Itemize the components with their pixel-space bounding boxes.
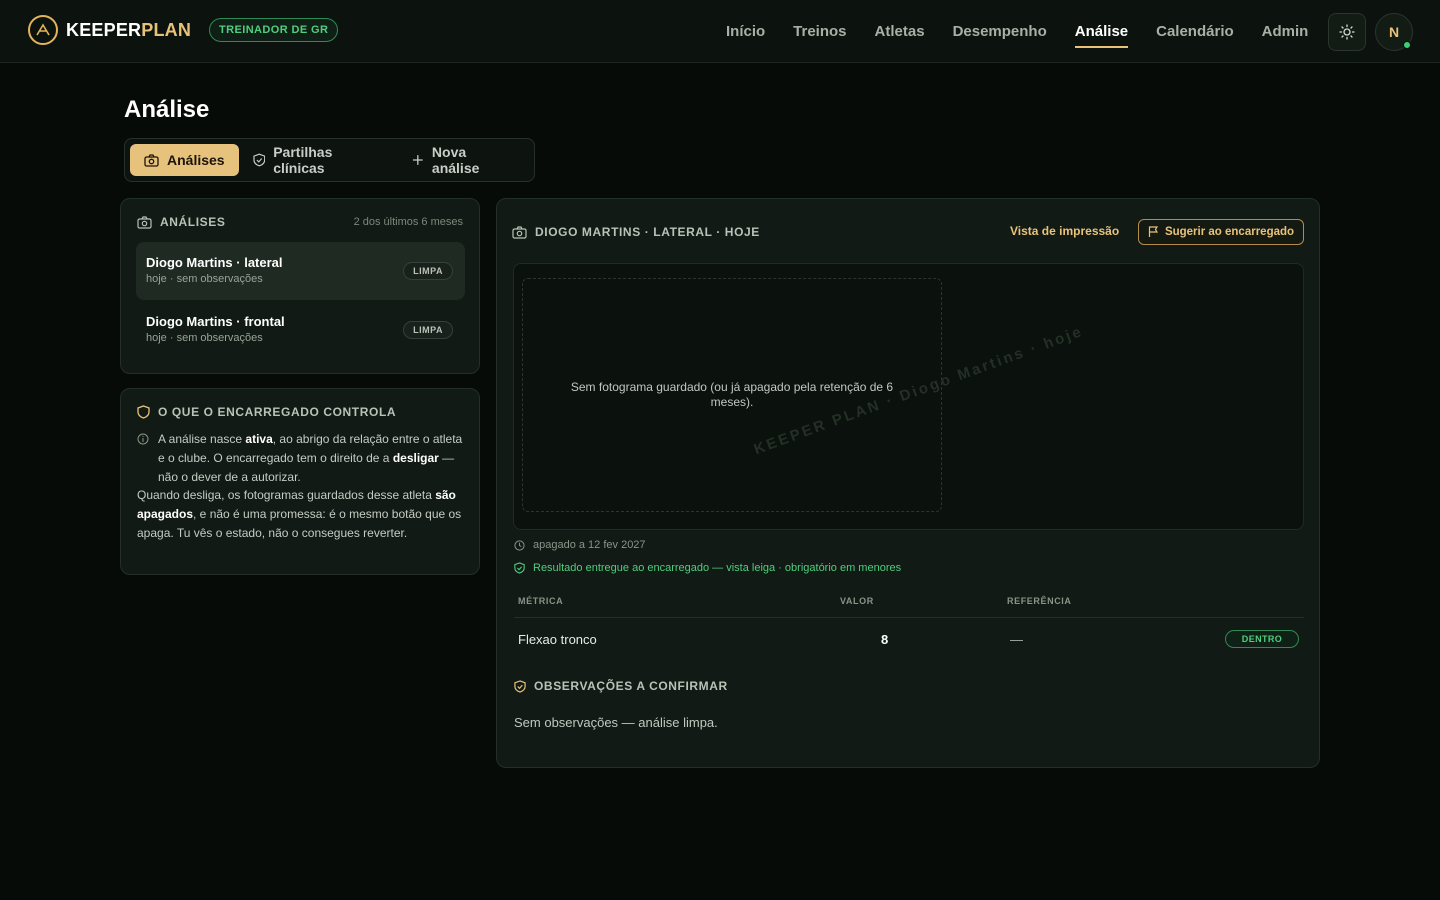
brand-name-part1: KEEPER bbox=[66, 19, 142, 40]
camera-icon bbox=[137, 215, 152, 229]
metric-column-header: MÉTRICA bbox=[518, 596, 564, 606]
value-column-header: VALOR bbox=[840, 596, 874, 606]
metric-reference: — bbox=[1010, 631, 1023, 647]
delivered-status-text: Resultado entregue ao encarregado — vist… bbox=[533, 562, 902, 574]
camera-icon bbox=[512, 225, 527, 239]
analysis-detail-title: DIOGO MARTINS · LATERAL · HOJE bbox=[512, 225, 760, 239]
page-title: Análise bbox=[124, 96, 210, 123]
reference-column-header: REFERÊNCIA bbox=[1007, 596, 1072, 606]
analysis-tabs: Análises Partilhas clínicas Nova análise bbox=[124, 138, 535, 182]
shield-check-icon bbox=[514, 679, 526, 693]
analyses-list-card: ANÁLISES 2 dos últimos 6 meses Diogo Mar… bbox=[120, 198, 480, 374]
nav-analise[interactable]: Análise bbox=[1074, 0, 1129, 63]
guardian-control-title: O QUE O ENCARREGADO CONTROLA bbox=[137, 405, 396, 419]
status-badge: LIMPA bbox=[403, 321, 453, 339]
nav-calendario[interactable]: Calendário bbox=[1156, 0, 1234, 63]
status-badge: LIMPA bbox=[403, 262, 453, 280]
guardian-control-text: A análise nasce ativa, ao abrigo da rela… bbox=[137, 430, 467, 543]
frame-viewer: Sem fotograma guardado (ou já apagado pe… bbox=[513, 263, 1304, 530]
metrics-table: MÉTRICA VALOR REFERÊNCIA Flexao tronco 8… bbox=[514, 596, 1304, 660]
online-status-dot bbox=[1403, 41, 1411, 49]
nav-inicio[interactable]: Início bbox=[726, 0, 765, 63]
nav-atletas[interactable]: Atletas bbox=[875, 0, 925, 63]
tab-analises-label: Análises bbox=[167, 152, 225, 168]
nav-treinos[interactable]: Treinos bbox=[793, 0, 846, 63]
main-nav: Início Treinos Atletas Desempenho Anális… bbox=[712, 0, 1322, 63]
analysis-item-frontal[interactable]: Diogo Martins · frontal hoje · sem obser… bbox=[136, 301, 465, 359]
nav-desempenho[interactable]: Desempenho bbox=[953, 0, 1047, 63]
role-badge: TREINADOR DE GR bbox=[209, 18, 339, 42]
top-bar: KEEPERPLAN TREINADOR DE GR Início Treino… bbox=[0, 0, 1440, 63]
guardian-control-p2: Quando desliga, os fotogramas guardados … bbox=[137, 488, 462, 540]
camera-icon bbox=[144, 153, 159, 167]
metrics-header-row: MÉTRICA VALOR REFERÊNCIA bbox=[514, 596, 1304, 618]
analysis-item-lateral[interactable]: Diogo Martins · lateral hoje · sem obser… bbox=[136, 242, 465, 300]
brand-name: KEEPERPLAN bbox=[66, 20, 191, 41]
theme-toggle-button[interactable] bbox=[1328, 13, 1366, 51]
brand-name-part2: PLAN bbox=[141, 19, 192, 40]
info-icon bbox=[137, 433, 149, 445]
metric-value: 8 bbox=[881, 631, 889, 647]
shield-check-icon bbox=[514, 562, 525, 574]
deleted-status-text: apagado a 12 fev 2027 bbox=[533, 539, 646, 551]
clock-icon bbox=[514, 539, 525, 551]
analysis-detail-title-text: DIOGO MARTINS · LATERAL · HOJE bbox=[535, 225, 760, 239]
analysis-detail-card: DIOGO MARTINS · LATERAL · HOJE Vista de … bbox=[496, 198, 1320, 768]
analyses-count: 2 dos últimos 6 meses bbox=[353, 216, 463, 228]
tab-analises[interactable]: Análises bbox=[130, 144, 239, 176]
metric-status-badge: DENTRO bbox=[1225, 630, 1299, 648]
guardian-control-p1: A análise nasce ativa, ao abrigo da rela… bbox=[158, 432, 463, 484]
tab-partilhas-clinicas[interactable]: Partilhas clínicas bbox=[239, 144, 399, 176]
tab-nova-label: Nova análise bbox=[431, 144, 480, 176]
tab-nova-analise[interactable]: Nova análise bbox=[398, 144, 529, 176]
shield-check-icon bbox=[252, 153, 265, 167]
metric-name: Flexao tronco bbox=[518, 631, 597, 647]
guardian-control-title-text: O QUE O ENCARREGADO CONTROLA bbox=[158, 405, 397, 419]
suggest-guardian-label: Sugerir ao encarregado bbox=[1164, 226, 1295, 238]
analyses-list-title-text: ANÁLISES bbox=[160, 215, 226, 229]
user-avatar[interactable]: N bbox=[1375, 13, 1413, 51]
analyses-list-header: ANÁLISES 2 dos últimos 6 meses bbox=[137, 215, 463, 229]
avatar-initial: N bbox=[1388, 24, 1400, 40]
observations-text: Sem observações — análise limpa. bbox=[514, 715, 718, 730]
guardian-control-paragraph-1: A análise nasce ativa, ao abrigo da rela… bbox=[137, 430, 467, 486]
tab-partilhas-label: Partilhas clínicas bbox=[273, 144, 333, 176]
deleted-status: apagado a 12 fev 2027 bbox=[514, 539, 646, 551]
suggest-guardian-button[interactable]: Sugerir ao encarregado bbox=[1138, 219, 1304, 245]
brand[interactable]: KEEPERPLAN TREINADOR DE GR bbox=[28, 15, 339, 45]
plus-icon bbox=[413, 155, 423, 165]
analyses-list-title: ANÁLISES bbox=[137, 215, 225, 229]
flag-icon bbox=[1148, 226, 1158, 237]
delivered-status: Resultado entregue ao encarregado — vist… bbox=[514, 562, 901, 574]
nav-admin[interactable]: Admin bbox=[1262, 0, 1309, 63]
guardian-control-card: O QUE O ENCARREGADO CONTROLA A análise n… bbox=[120, 388, 480, 575]
sun-icon bbox=[1339, 24, 1355, 40]
observations-title: OBSERVAÇÕES A CONFIRMAR bbox=[514, 679, 728, 693]
shield-icon bbox=[137, 405, 150, 419]
keeper-logo-icon bbox=[28, 15, 58, 45]
print-view-link[interactable]: Vista de impressão bbox=[1010, 224, 1119, 238]
observations-title-text: OBSERVAÇÕES A CONFIRMAR bbox=[534, 679, 728, 693]
table-row: Flexao tronco 8 — DENTRO bbox=[514, 618, 1304, 660]
